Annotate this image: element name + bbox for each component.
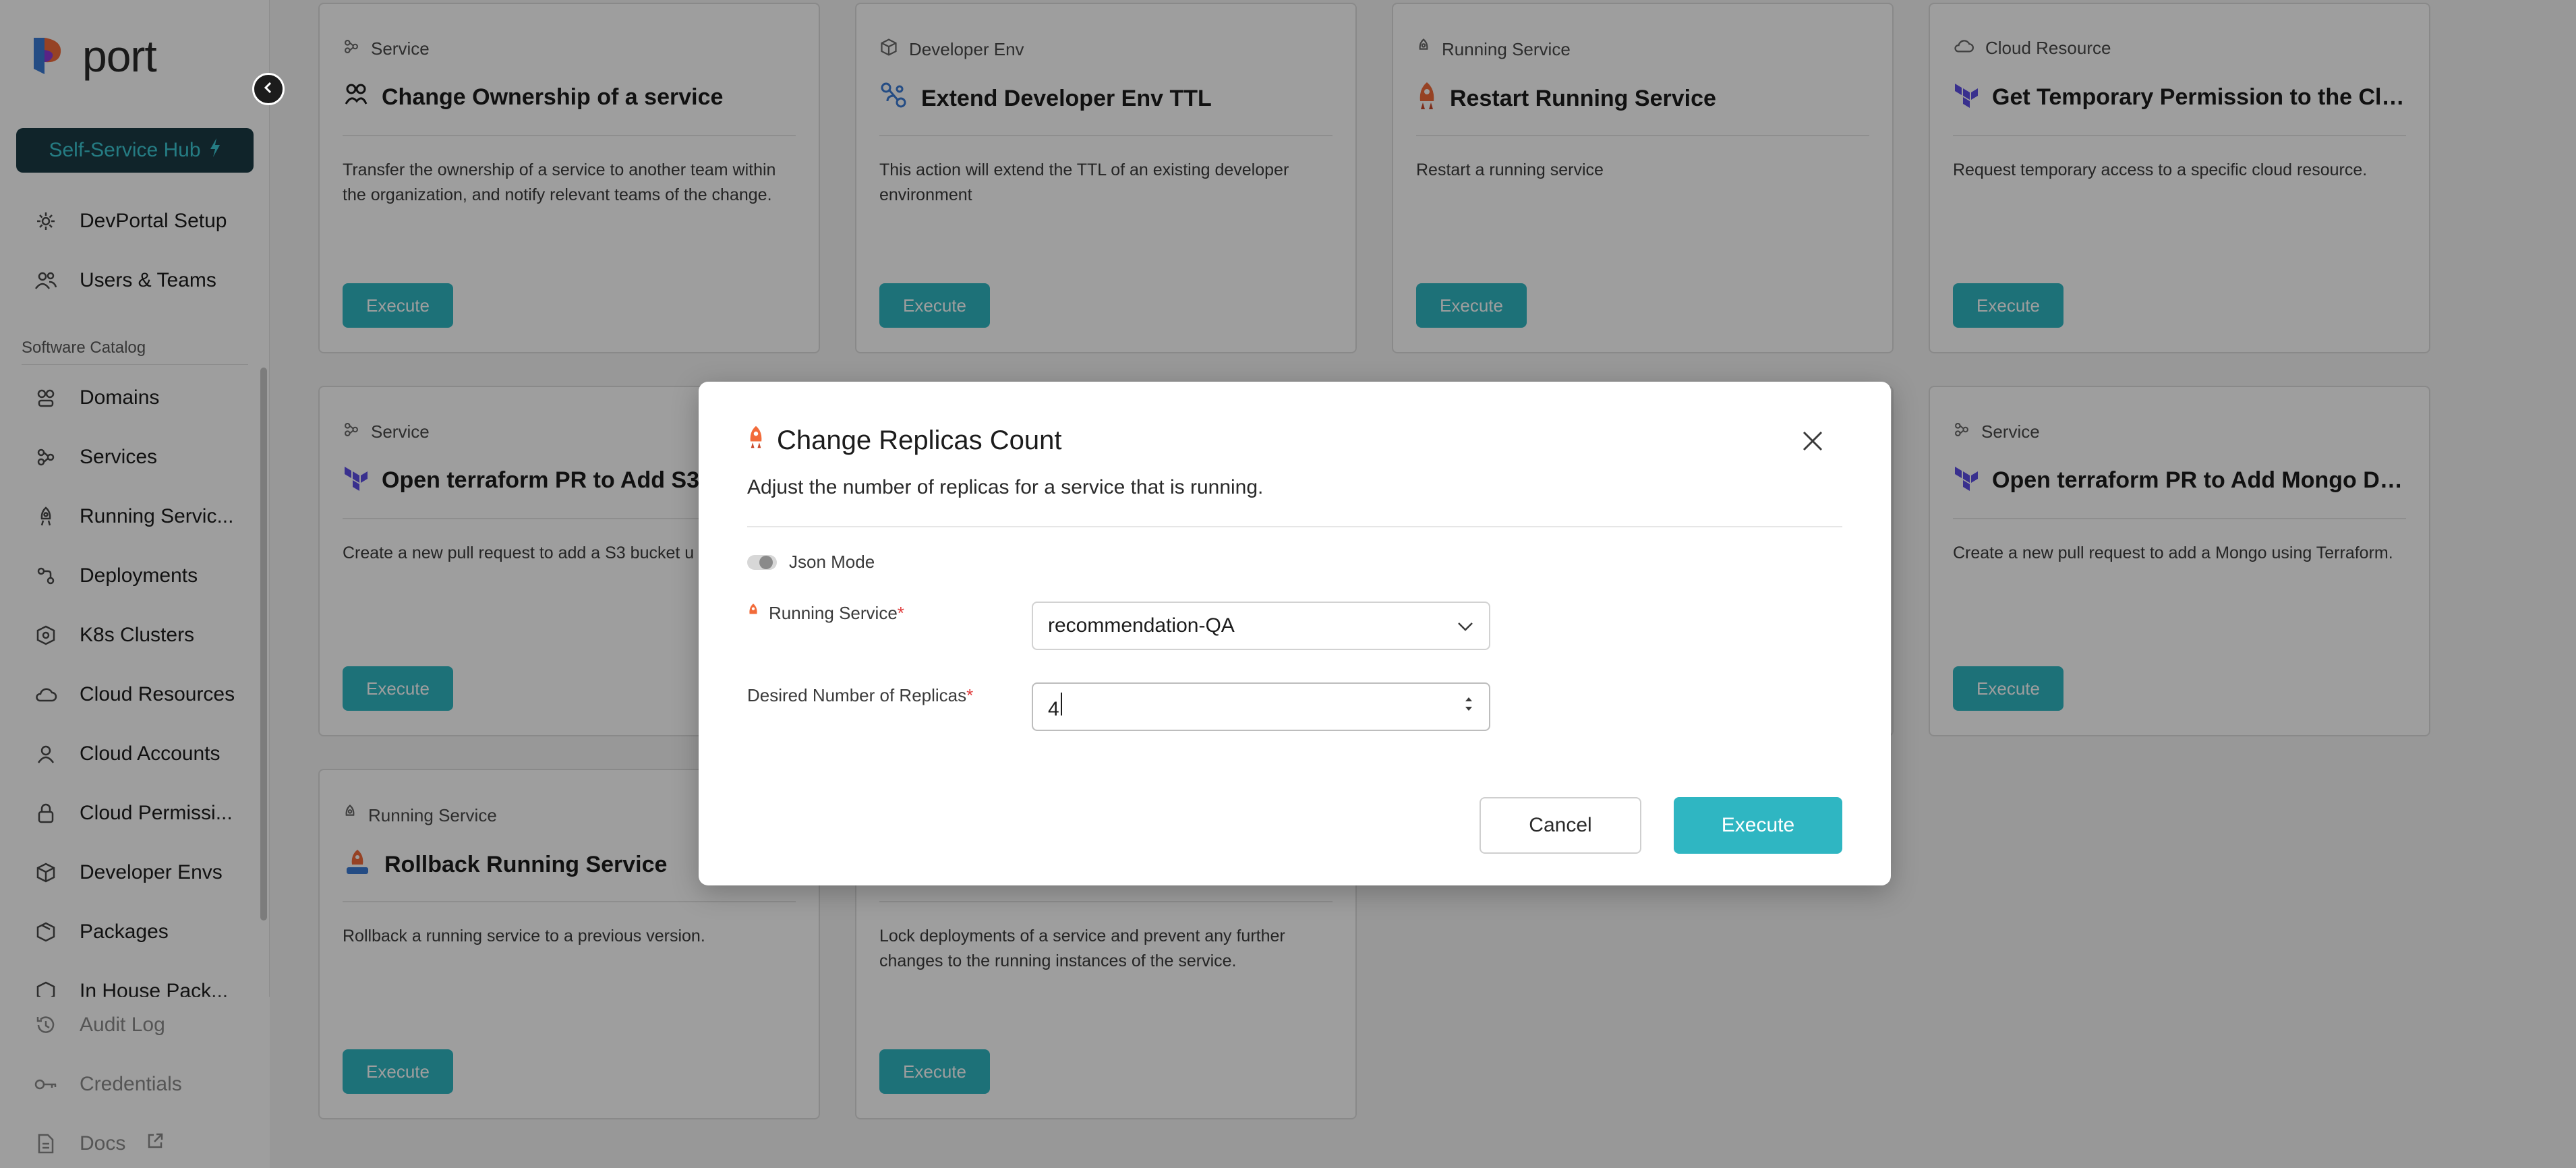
field-label-text: Running Service: [769, 603, 898, 623]
rocket-icon: [747, 425, 765, 456]
running-service-select[interactable]: recommendation-QA: [1032, 602, 1490, 650]
field-label-text: Desired Number of Replicas: [747, 685, 967, 705]
replicas-number-input[interactable]: 4: [1032, 682, 1490, 731]
json-mode-toggle[interactable]: Json Mode: [747, 552, 875, 573]
rocket-icon: [747, 603, 759, 624]
close-icon: [1801, 430, 1824, 456]
execute-button[interactable]: Execute: [1674, 797, 1842, 854]
text-caret: [1060, 693, 1062, 716]
chevron-left-icon: [262, 81, 275, 98]
running-service-label: Running Service*: [747, 603, 904, 624]
input-value: 4: [1048, 698, 1059, 720]
replicas-label: Desired Number of Replicas*: [747, 685, 973, 706]
stepper-icon[interactable]: [1463, 694, 1474, 720]
chevron-down-icon: [1457, 614, 1474, 637]
close-button[interactable]: [1798, 428, 1827, 457]
required-mark: *: [966, 685, 974, 705]
select-value: recommendation-QA: [1048, 614, 1235, 637]
required-mark: *: [897, 603, 904, 623]
json-mode-label: Json Mode: [789, 552, 875, 572]
modal-subtitle: Adjust the number of replicas for a serv…: [747, 476, 1264, 498]
modal-title: Change Replicas Count: [747, 425, 1061, 456]
divider: [747, 526, 1842, 527]
cancel-button[interactable]: Cancel: [1480, 797, 1641, 854]
change-replicas-modal: Change Replicas Count Adjust the number …: [699, 382, 1891, 885]
collapse-sidebar-button[interactable]: [252, 73, 285, 105]
modal-title-text: Change Replicas Count: [777, 425, 1062, 455]
toggle-switch[interactable]: [747, 554, 777, 570]
